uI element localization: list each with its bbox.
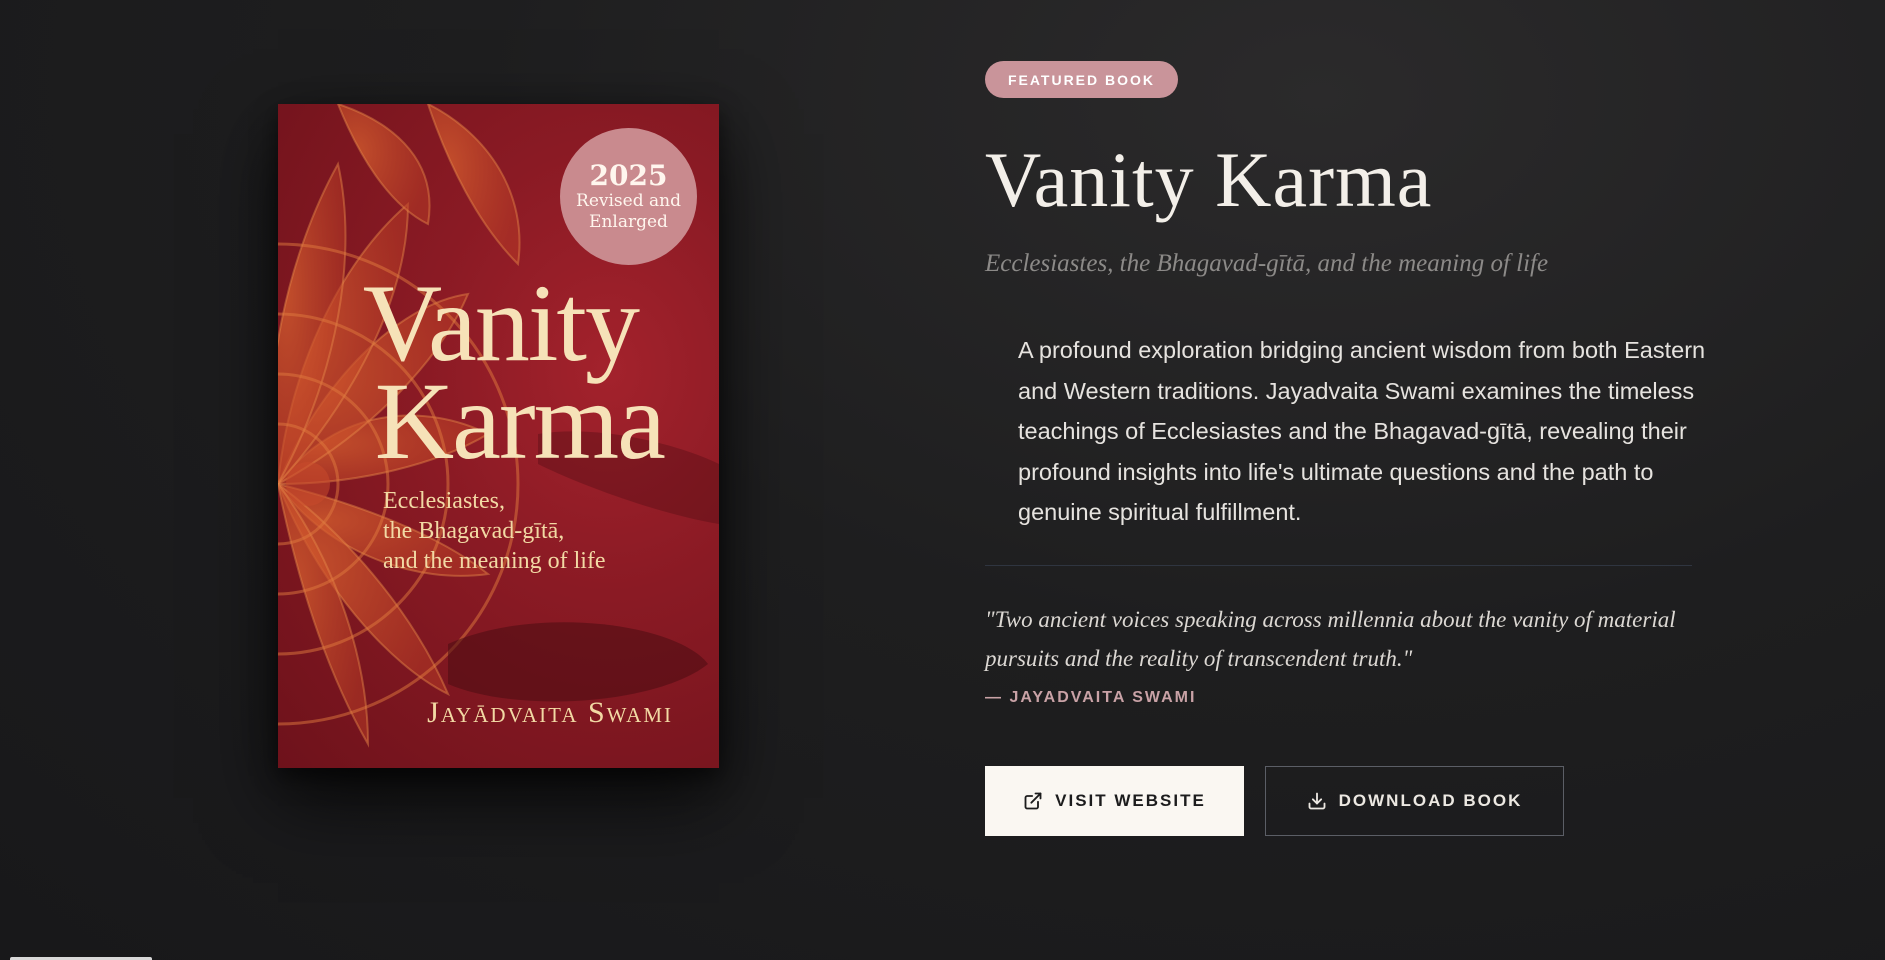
book-cover: 2025 Revised and Enlarged Vanity Karma E… — [278, 104, 719, 768]
divider — [985, 565, 1692, 566]
book-title: Vanity Karma — [985, 136, 1433, 223]
book-description: A profound exploration bridging ancient … — [1018, 337, 1706, 525]
badge-line-1: Revised and — [576, 190, 681, 211]
cover-title: Vanity Karma — [348, 262, 708, 482]
quote-attribution: — JAYADVAITA SWAMI — [985, 689, 1197, 706]
book-cover-art: 2025 Revised and Enlarged Vanity Karma E… — [278, 104, 719, 768]
visit-website-button[interactable]: VISIT WEBSITE — [985, 766, 1244, 836]
cover-subtitle: Ecclesiastes, the Bhagavad-gītā, and the… — [383, 486, 683, 576]
cover-title-line-1: Vanity — [362, 262, 640, 384]
external-link-icon — [1024, 792, 1042, 810]
book-subtitle: Ecclesiastes, the Bhagavad-gītā, and the… — [985, 250, 1549, 277]
download-icon — [1308, 792, 1326, 810]
download-book-label: DOWNLOAD BOOK — [1338, 791, 1523, 810]
badge-year: 2025 — [589, 158, 668, 192]
cover-title-line-2: Karma — [374, 360, 666, 482]
cover-subtitle-line-3: and the meaning of life — [383, 548, 606, 574]
download-book-button[interactable]: DOWNLOAD BOOK — [1265, 766, 1564, 836]
edition-badge: 2025 Revised and Enlarged — [560, 128, 697, 265]
cover-subtitle-line-1: Ecclesiastes, — [383, 488, 505, 514]
cover-subtitle-line-2: the Bhagavad-gītā, — [383, 518, 565, 544]
featured-book-tag: FEATURED BOOK — [985, 61, 1178, 98]
cover-author: Jayādvaita Swami — [427, 696, 673, 729]
badge-line-2: Enlarged — [589, 211, 668, 232]
book-quote: "Two ancient voices speaking across mill… — [985, 607, 1676, 671]
visit-website-label: VISIT WEBSITE — [1055, 791, 1206, 810]
